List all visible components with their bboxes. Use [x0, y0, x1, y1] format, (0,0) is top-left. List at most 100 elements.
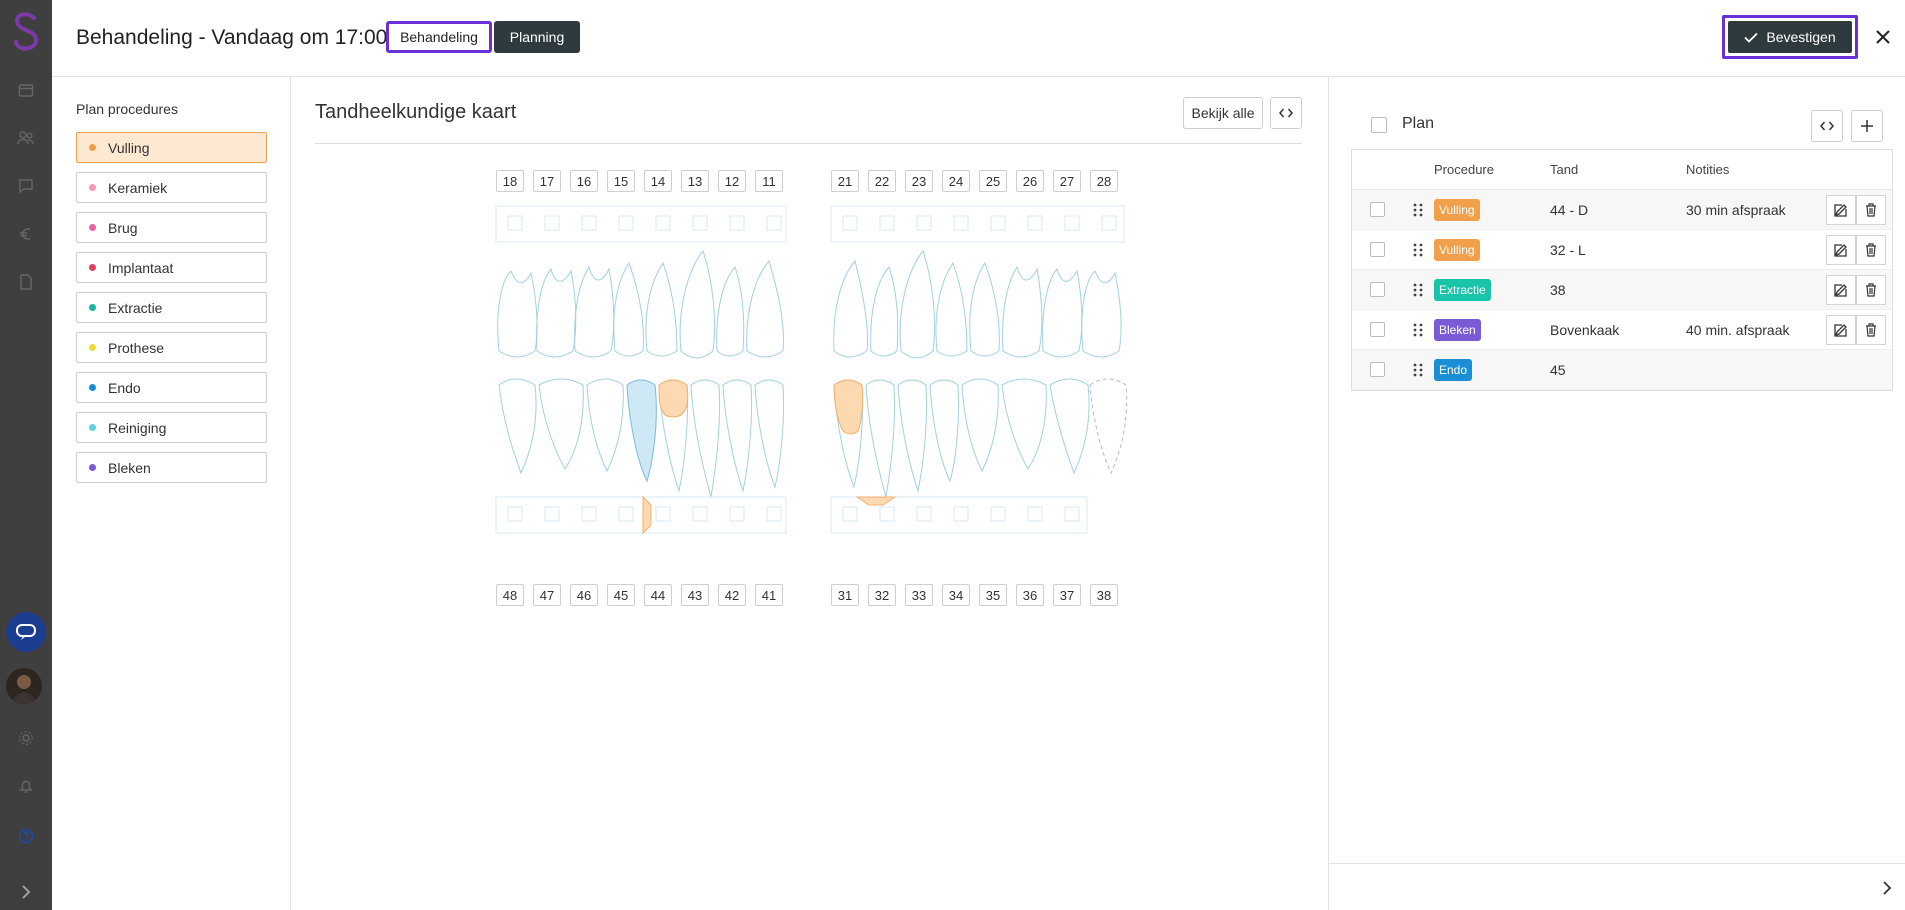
trash-icon[interactable]	[1856, 275, 1886, 305]
tooth-number-34[interactable]: 34	[942, 584, 970, 606]
tooth-number-25[interactable]: 25	[979, 170, 1007, 192]
tab-planning[interactable]: Planning	[494, 21, 580, 53]
tooth-number-18[interactable]: 18	[496, 170, 524, 192]
tooth-number-32[interactable]: 32	[868, 584, 896, 606]
procedure-color-dot	[89, 264, 96, 271]
table-row[interactable]: Endo 45	[1352, 350, 1892, 390]
table-row[interactable]: Extractie 38	[1352, 270, 1892, 310]
tooth-number-28[interactable]: 28	[1090, 170, 1118, 192]
procedure-extractie[interactable]: Extractie	[76, 292, 267, 323]
tab-behandeling[interactable]: Behandeling	[386, 21, 492, 53]
procedure-tag: Endo	[1434, 358, 1473, 381]
tooth-number-42[interactable]: 42	[718, 584, 746, 606]
plan-code-toggle-button[interactable]	[1811, 110, 1843, 142]
page-title: Behandeling - Vandaag om 17:00	[76, 26, 388, 49]
tooth-number-14[interactable]: 14	[644, 170, 672, 192]
close-icon[interactable]	[1868, 22, 1898, 52]
row-checkbox[interactable]	[1369, 282, 1385, 297]
app-logo[interactable]	[8, 10, 44, 52]
tooth-number-33[interactable]: 33	[905, 584, 933, 606]
tooth-number-31[interactable]: 31	[831, 584, 859, 606]
edit-icon[interactable]	[1826, 275, 1856, 305]
tooth-number-41[interactable]: 41	[755, 584, 783, 606]
expand-sidebar-icon[interactable]	[14, 880, 38, 904]
procedure-tag: Vulling	[1434, 198, 1480, 221]
table-row[interactable]: Vulling 32 - L	[1352, 230, 1892, 270]
table-row[interactable]: Bleken Bovenkaak 40 min. afspraak	[1352, 310, 1892, 350]
tooth-number-15[interactable]: 15	[607, 170, 635, 192]
row-checkbox[interactable]	[1369, 202, 1385, 217]
edit-icon[interactable]	[1826, 195, 1856, 225]
tooth-number-22[interactable]: 22	[868, 170, 896, 192]
tooth-number-47[interactable]: 47	[533, 584, 561, 606]
drag-handle-icon[interactable]	[1402, 323, 1434, 337]
tooth-number-36[interactable]: 36	[1016, 584, 1044, 606]
trash-icon[interactable]	[1856, 235, 1886, 265]
column-procedure[interactable]: Procedure	[1434, 162, 1550, 177]
tooth-number-46[interactable]: 46	[570, 584, 598, 606]
tooth-number-35[interactable]: 35	[979, 584, 1007, 606]
procedure-label: Bleken	[108, 459, 151, 476]
trash-icon[interactable]	[1856, 195, 1886, 225]
row-checkbox[interactable]	[1369, 322, 1385, 337]
view-all-button[interactable]: Bekijk alle	[1183, 97, 1263, 129]
calendar-icon[interactable]	[14, 78, 38, 102]
code-icon	[1820, 121, 1834, 131]
tooth-number-43[interactable]: 43	[681, 584, 709, 606]
tooth-number-38[interactable]: 38	[1090, 584, 1118, 606]
tooth-number-44[interactable]: 44	[644, 584, 672, 606]
app-sidebar	[0, 0, 52, 910]
tooth-number-21[interactable]: 21	[831, 170, 859, 192]
procedure-reiniging[interactable]: Reiniging	[76, 412, 267, 443]
code-toggle-button[interactable]	[1270, 97, 1302, 129]
tooth-number-12[interactable]: 12	[718, 170, 746, 192]
tooth-number-17[interactable]: 17	[533, 170, 561, 192]
tooth-cell: 44 - D	[1550, 201, 1589, 218]
procedure-keramiek[interactable]: Keramiek	[76, 172, 267, 203]
edit-icon[interactable]	[1826, 315, 1856, 345]
bell-icon[interactable]	[14, 774, 38, 798]
settings-icon[interactable]	[14, 726, 38, 750]
tooth-number-24[interactable]: 24	[942, 170, 970, 192]
euro-icon[interactable]	[14, 222, 38, 246]
tooth-number-13[interactable]: 13	[681, 170, 709, 192]
procedure-implantaat[interactable]: Implantaat	[76, 252, 267, 283]
confirm-button[interactable]: Bevestigen	[1728, 21, 1852, 53]
add-plan-item-button[interactable]	[1851, 110, 1883, 142]
tooth-number-23[interactable]: 23	[905, 170, 933, 192]
tooth-cell: Bovenkaak	[1550, 321, 1620, 338]
procedure-prothese[interactable]: Prothese	[76, 332, 267, 363]
column-tand[interactable]: Tand	[1550, 162, 1686, 177]
row-checkbox[interactable]	[1369, 362, 1385, 377]
column-notities[interactable]: Notities	[1686, 162, 1826, 177]
chat-icon[interactable]	[6, 612, 46, 652]
help-icon[interactable]	[14, 824, 38, 848]
chevron-right-icon[interactable]	[1882, 880, 1892, 901]
avatar[interactable]	[6, 668, 42, 704]
drag-handle-icon[interactable]	[1402, 243, 1434, 257]
tooth-number-45[interactable]: 45	[607, 584, 635, 606]
document-icon[interactable]	[14, 270, 38, 294]
drag-handle-icon[interactable]	[1402, 203, 1434, 217]
procedure-brug[interactable]: Brug	[76, 212, 267, 243]
row-checkbox[interactable]	[1369, 242, 1385, 257]
trash-icon[interactable]	[1856, 315, 1886, 345]
procedure-endo[interactable]: Endo	[76, 372, 267, 403]
tooth-number-26[interactable]: 26	[1016, 170, 1044, 192]
procedure-label: Endo	[108, 379, 141, 396]
edit-icon[interactable]	[1826, 235, 1856, 265]
drag-handle-icon[interactable]	[1402, 363, 1434, 377]
tooth-number-48[interactable]: 48	[496, 584, 524, 606]
tooth-number-16[interactable]: 16	[570, 170, 598, 192]
procedure-vulling[interactable]: Vulling	[76, 132, 267, 163]
procedure-bleken[interactable]: Bleken	[76, 452, 267, 483]
tooth-number-37[interactable]: 37	[1053, 584, 1081, 606]
drag-handle-icon[interactable]	[1402, 283, 1434, 297]
tooth-number-11[interactable]: 11	[755, 170, 783, 192]
tooth-number-27[interactable]: 27	[1053, 170, 1081, 192]
users-icon[interactable]	[14, 126, 38, 150]
select-all-checkbox[interactable]	[1371, 117, 1387, 133]
dental-diagram[interactable]	[491, 201, 1131, 537]
messages-icon[interactable]	[14, 174, 38, 198]
table-row[interactable]: Vulling 44 - D 30 min afspraak	[1352, 190, 1892, 230]
